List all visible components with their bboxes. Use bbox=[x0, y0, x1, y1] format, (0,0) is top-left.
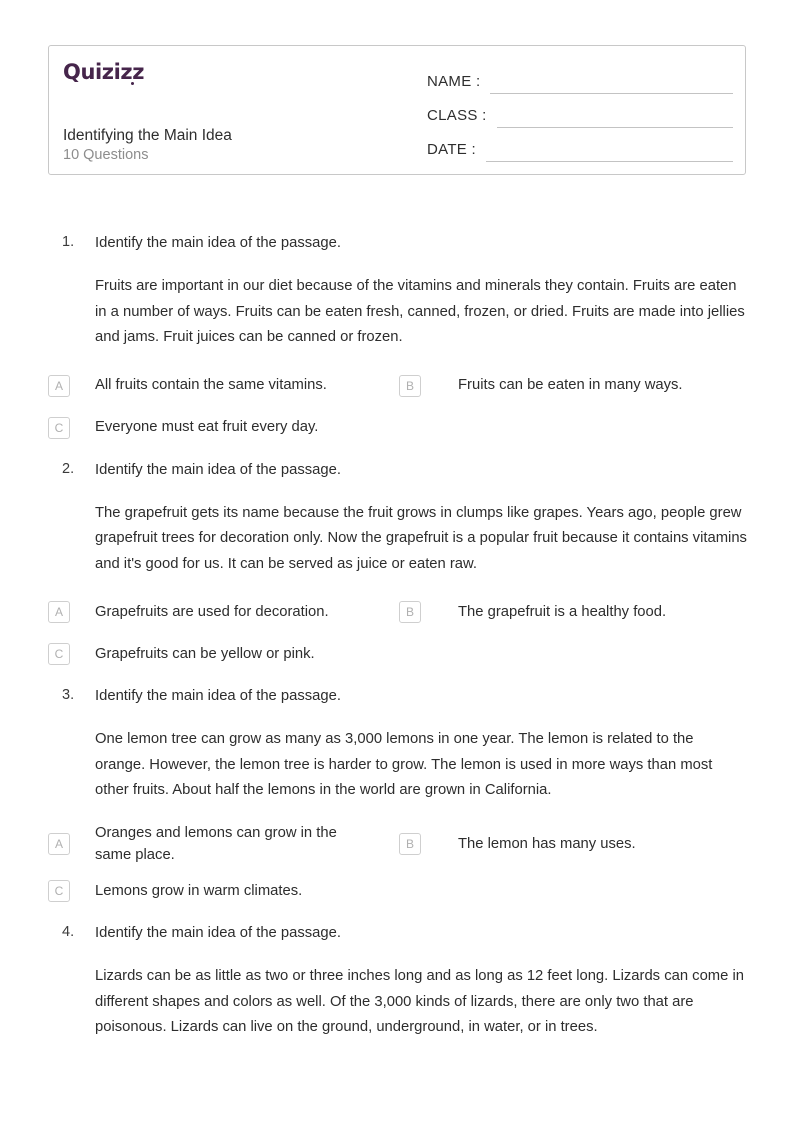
quizizz-logo: Quizizz bbox=[63, 60, 411, 85]
question-passage: Lizards can be as little as two or three… bbox=[95, 968, 744, 1035]
answer-option-a[interactable]: A All fruits contain the same vitamins. bbox=[48, 369, 398, 403]
answer-options: A Oranges and lemons can grow in the same… bbox=[48, 822, 748, 916]
option-letter-badge: A bbox=[48, 374, 70, 397]
option-letter-badge: C bbox=[48, 416, 70, 439]
answer-options: A Grapefruits are used for decoration. B Th… bbox=[48, 595, 748, 679]
answer-option-b[interactable]: B The lemon has many uses. bbox=[398, 822, 748, 866]
answer-option-a[interactable]: A Oranges and lemons can grow in the same… bbox=[48, 822, 398, 866]
logo-dot-icon bbox=[131, 82, 135, 85]
date-input-line[interactable] bbox=[486, 140, 733, 162]
question-passage: Fruits are important in our diet because… bbox=[95, 278, 745, 346]
option-text: The lemon has many uses. bbox=[458, 835, 636, 852]
option-letter-badge: A bbox=[48, 832, 70, 855]
student-info-fields: NAME : CLASS : DATE : bbox=[411, 46, 745, 174]
question-prompt: Identify the main idea of the passage. bbox=[95, 924, 341, 941]
option-text: Grapefruits can be yellow or pink. bbox=[95, 645, 315, 662]
question-heading: 3. Identify the main idea of the passage. bbox=[48, 685, 748, 707]
question-count-label: 10 Questions bbox=[63, 147, 149, 163]
answer-option-a[interactable]: A Grapefruits are used for decoration. bbox=[48, 595, 398, 629]
answer-options: A All fruits contain the same vitamins. B F… bbox=[48, 369, 748, 453]
option-text: Lemons grow in warm climates. bbox=[95, 882, 303, 899]
name-field-label: NAME : bbox=[427, 73, 481, 90]
option-text: Fruits can be eaten in many ways. bbox=[458, 377, 683, 394]
date-field-row: DATE : bbox=[427, 128, 733, 162]
logo-text: Quizizz bbox=[63, 60, 145, 84]
class-field-row: CLASS : bbox=[427, 94, 733, 128]
question-number: 4. bbox=[62, 923, 75, 940]
question-number: 1. bbox=[62, 234, 75, 250]
option-text: Everyone must eat fruit every day. bbox=[95, 419, 319, 436]
option-text: The grapefruit is a healthy food. bbox=[458, 603, 667, 620]
header-left-panel: Quizizz Identifying the Main Idea 10 Que… bbox=[49, 46, 411, 174]
class-field-label: CLASS : bbox=[427, 107, 487, 124]
page-title: Identifying the Main Idea bbox=[63, 127, 232, 144]
option-letter-badge: A bbox=[48, 601, 70, 623]
question-passage: One lemon tree can grow as many as 3,000… bbox=[95, 731, 713, 799]
question-prompt: Identify the main idea of the passage. bbox=[95, 688, 341, 704]
question-block: 4. Identify the main idea of the passage.… bbox=[48, 922, 748, 1041]
question-number: 3. bbox=[62, 687, 75, 703]
worksheet-header-card: Quizizz Identifying the Main Idea 10 Que… bbox=[48, 45, 746, 175]
option-letter-badge: B bbox=[399, 832, 421, 855]
answer-option-c[interactable]: C Grapefruits can be yellow or pink. bbox=[48, 637, 398, 671]
date-field-label: DATE : bbox=[427, 141, 477, 158]
question-block: 2. Identify the main idea of the passage.… bbox=[48, 459, 748, 680]
name-field-row: NAME : bbox=[427, 60, 733, 94]
option-text: Oranges and lemons can grow in the same … bbox=[95, 824, 337, 863]
option-letter-badge: C bbox=[48, 879, 70, 902]
option-letter-badge: C bbox=[48, 643, 70, 665]
question-passage: The grapefruit gets its name because the… bbox=[95, 504, 747, 572]
question-number: 2. bbox=[62, 460, 75, 477]
option-text: All fruits contain the same vitamins. bbox=[95, 377, 327, 394]
question-heading: 4. Identify the main idea of the passage. bbox=[48, 922, 748, 944]
option-letter-badge: B bbox=[399, 374, 421, 397]
answer-option-c[interactable]: C Lemons grow in warm climates. bbox=[48, 874, 398, 908]
questions-list: 1. Identify the main idea of the passage.… bbox=[48, 232, 748, 1058]
question-prompt: Identify the main idea of the passage. bbox=[95, 235, 341, 251]
answer-option-b[interactable]: B Fruits can be eaten in many ways. bbox=[398, 369, 748, 403]
answer-option-b[interactable]: B The grapefruit is a healthy food. bbox=[398, 595, 748, 629]
question-heading: 1. Identify the main idea of the passage. bbox=[48, 232, 748, 254]
answer-option-c[interactable]: C Everyone must eat fruit every day. bbox=[48, 411, 398, 445]
option-text: Grapefruits are used for decoration. bbox=[95, 603, 329, 620]
question-heading: 2. Identify the main idea of the passage. bbox=[48, 459, 748, 481]
question-block: 3. Identify the main idea of the passage.… bbox=[48, 685, 748, 916]
question-prompt: Identify the main idea of the passage. bbox=[95, 461, 341, 478]
question-block: 1. Identify the main idea of the passage.… bbox=[48, 232, 748, 453]
class-input-line[interactable] bbox=[496, 106, 733, 128]
name-input-line[interactable] bbox=[490, 72, 733, 94]
option-letter-badge: B bbox=[399, 601, 421, 623]
